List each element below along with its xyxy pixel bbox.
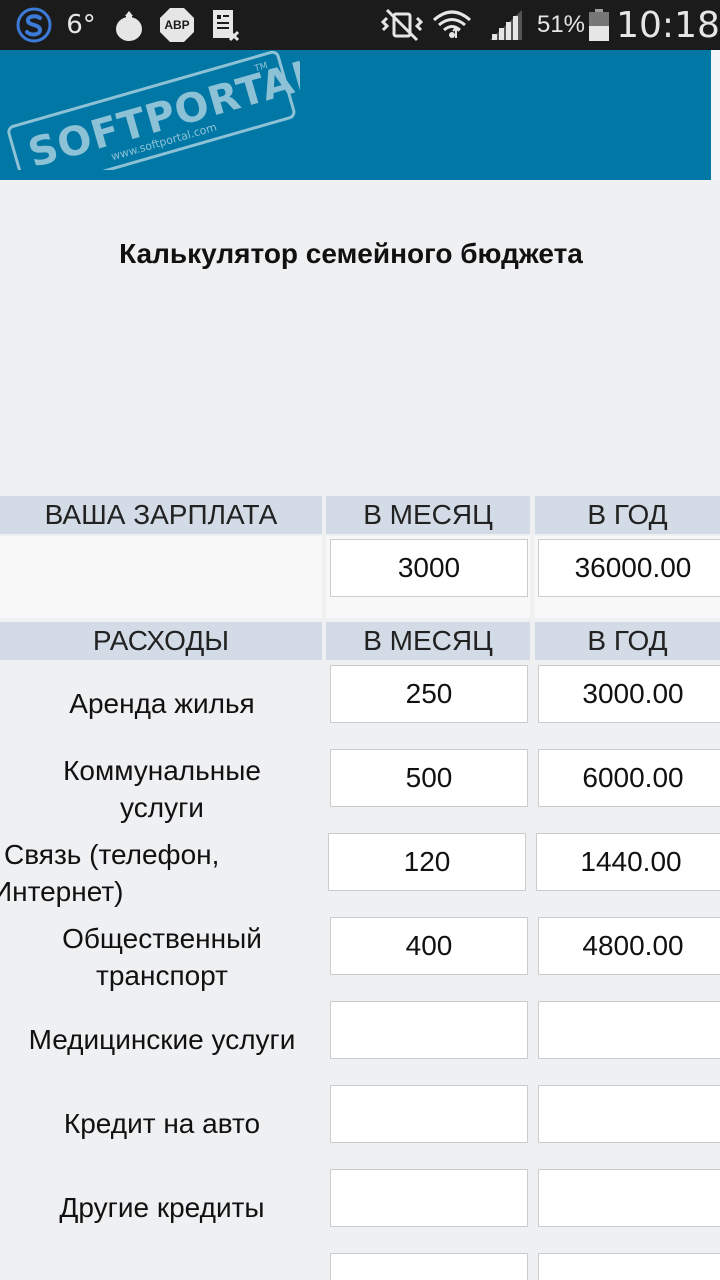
header-banner: [0, 50, 711, 180]
banner-edge: [711, 50, 720, 180]
adblock-icon: ABP: [158, 0, 196, 50]
salary-month-input[interactable]: 3000: [330, 539, 528, 597]
expense-utilities-year-output: 6000.00: [538, 749, 720, 807]
adblock-label: ABP: [164, 18, 190, 32]
expense-communication-year-output: 1440.00: [536, 833, 720, 891]
expense-medical-month-input[interactable]: [330, 1001, 528, 1059]
salary-header-label: ВАША ЗАРПЛАТА: [0, 496, 322, 534]
expense-car-loan-year-output: [538, 1085, 720, 1143]
expense-rent-year-output: 3000.00: [538, 665, 720, 723]
expense-label-car-loan: Кредит на авто: [63, 1108, 261, 1139]
expense-transport-month-input[interactable]: 400: [330, 917, 528, 975]
expense-transport-year-output: 4800.00: [538, 917, 720, 975]
wifi-icon: [430, 0, 474, 50]
expense-label-other-loans: Другие кредиты: [59, 1192, 265, 1223]
expense-communication-month-input[interactable]: 120: [328, 833, 526, 891]
salary-row-blank: [0, 536, 322, 618]
expenses-header-year: В ГОД: [535, 622, 720, 660]
expense-next-year-output: [538, 1253, 720, 1280]
document-icon: [208, 0, 242, 50]
vibrate-mute-icon: [378, 0, 426, 50]
salary-header-year: В ГОД: [535, 496, 720, 534]
clock: 10:18: [616, 4, 720, 46]
expense-car-loan-month-input[interactable]: [330, 1085, 528, 1143]
battery-percent: 51%: [536, 11, 586, 38]
app-s-icon: [14, 0, 54, 50]
expense-utilities-month-input[interactable]: 500: [330, 749, 528, 807]
expenses-header-month: В МЕСЯЦ: [326, 622, 530, 660]
expense-label-utilities: Коммунальные услуги: [63, 755, 261, 823]
expense-label-medical: Медицинские услуги: [28, 1024, 296, 1055]
expense-label-transport: Общественный транспорт: [62, 923, 262, 991]
page-title: Калькулятор семейного бюджета: [119, 238, 583, 269]
expense-medical-year-output: [538, 1001, 720, 1059]
salary-year-output: 36000.00: [538, 539, 720, 597]
signal-icon: [486, 0, 526, 50]
expenses-header-label: РАСХОДЫ: [0, 622, 322, 660]
expense-next-month-input[interactable]: [330, 1253, 528, 1280]
status-bar: 6° ABP 51% 10:18: [0, 0, 720, 50]
expense-rent-month-input[interactable]: 250: [330, 665, 528, 723]
battery-icon: [586, 0, 612, 50]
expense-label-communication: Связь (телефон, Интернет): [0, 839, 220, 907]
salary-header-month: В МЕСЯЦ: [326, 496, 530, 534]
bag-icon: [112, 0, 146, 50]
expense-other-loans-month-input[interactable]: [330, 1169, 528, 1227]
temperature-text: 6°: [66, 10, 96, 40]
expense-other-loans-year-output: [538, 1169, 720, 1227]
expense-label-rent: Аренда жилья: [69, 688, 255, 719]
